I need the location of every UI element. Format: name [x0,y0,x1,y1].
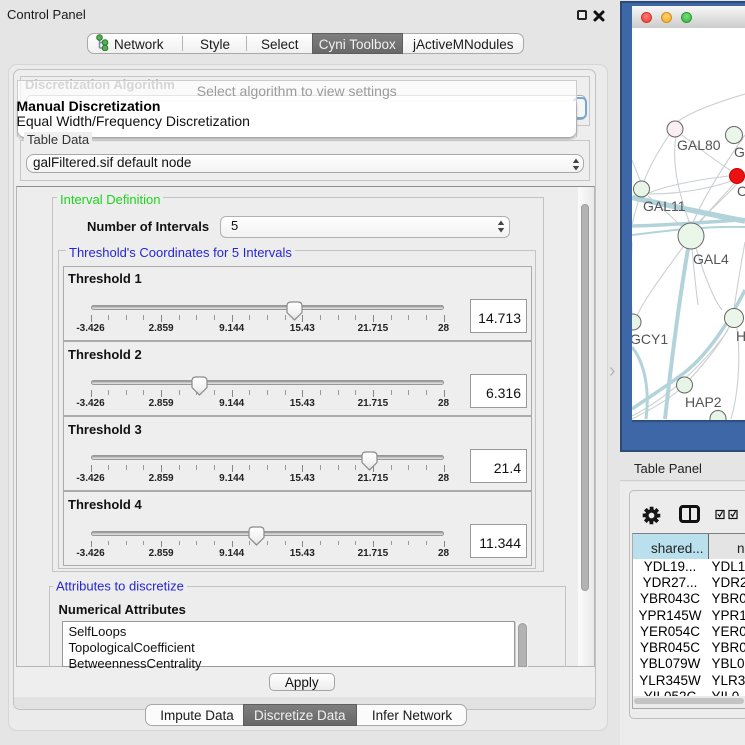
svg-text:GCY1: GCY1 [632,331,668,347]
svg-text:H: H [736,328,745,344]
svg-text:C: C [737,183,745,199]
svg-text:GAL80: GAL80 [677,137,721,153]
svg-text:HAP2: HAP2 [685,394,722,410]
svg-text:GAL4: GAL4 [693,251,729,267]
svg-text:GAL11: GAL11 [643,198,686,214]
svg-text:GA: GA [734,144,745,160]
